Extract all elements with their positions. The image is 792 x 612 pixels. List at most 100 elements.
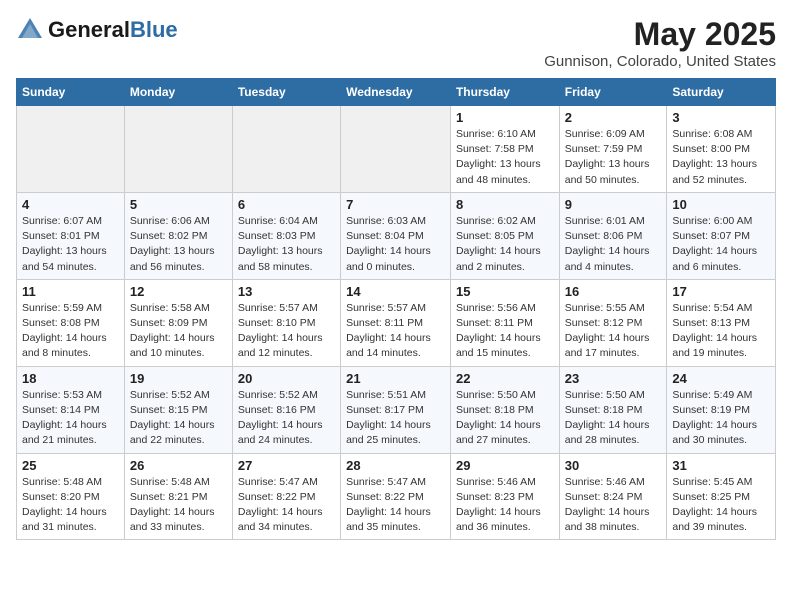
day-info: Sunrise: 5:55 AMSunset: 8:12 PMDaylight:…: [565, 301, 662, 362]
day-info: Sunrise: 5:57 AMSunset: 8:10 PMDaylight:…: [238, 301, 335, 362]
day-number: 20: [238, 371, 335, 386]
title-area: May 2025 Gunnison, Colorado, United Stat…: [544, 16, 776, 70]
day-number: 17: [672, 284, 770, 299]
logo: GeneralBlue: [16, 16, 178, 44]
calendar-cell: 5 Sunrise: 6:06 AMSunset: 8:02 PMDaylight…: [124, 192, 232, 279]
day-info: Sunrise: 5:57 AMSunset: 8:11 PMDaylight:…: [346, 301, 445, 362]
week-row-2: 4Sunrise: 6:07 AMSunset: 8:01 PMDaylight…: [17, 192, 776, 279]
day-number: 13: [238, 284, 335, 299]
day-number: 5: [130, 197, 227, 212]
calendar-cell: 20Sunrise: 5:52 AMSunset: 8:16 PMDayligh…: [232, 366, 340, 453]
day-number: 11: [22, 284, 119, 299]
day-number: 12: [130, 284, 227, 299]
day-info: Sunrise: 6:04 AMSunset: 8:03 PMDaylight:…: [238, 214, 335, 275]
location-text: Gunnison, Colorado, United States: [544, 53, 776, 70]
day-number: 1: [456, 110, 554, 125]
calendar-cell: [341, 106, 451, 193]
calendar-cell: 11 Sunrise: 5:59 AMSunset: 8:08 PMDayligh…: [17, 279, 125, 366]
calendar-cell: 31 Sunrise: 5:45 AMSunset: 8:25 PMDayligh…: [667, 453, 776, 540]
calendar-cell: 1 Sunrise: 6:10 AMSunset: 7:58 PMDaylight…: [450, 106, 559, 193]
calendar-cell: 6 Sunrise: 6:04 AMSunset: 8:03 PMDaylight…: [232, 192, 340, 279]
week-row-1: 1 Sunrise: 6:10 AMSunset: 7:58 PMDaylight…: [17, 106, 776, 193]
weekday-header-monday: Monday: [124, 79, 232, 106]
calendar-cell: 7 Sunrise: 6:03 AMSunset: 8:04 PMDaylight…: [341, 192, 451, 279]
day-number: 30: [565, 458, 662, 473]
day-info: Sunrise: 6:03 AMSunset: 8:04 PMDaylight:…: [346, 214, 445, 275]
calendar-cell: [124, 106, 232, 193]
day-number: 29: [456, 458, 554, 473]
calendar-cell: 30 Sunrise: 5:46 AMSunset: 8:24 PMDayligh…: [559, 453, 667, 540]
month-title: May 2025: [544, 16, 776, 53]
calendar-cell: 16 Sunrise: 5:55 AMSunset: 8:12 PMDayligh…: [559, 279, 667, 366]
calendar-body: 1 Sunrise: 6:10 AMSunset: 7:58 PMDaylight…: [17, 106, 776, 540]
day-info: Sunrise: 5:49 AMSunset: 8:19 PMDaylight:…: [672, 388, 770, 449]
day-info: Sunrise: 6:07 AMSunset: 8:01 PMDaylight:…: [22, 214, 119, 275]
day-number: 6: [238, 197, 335, 212]
day-info: Sunrise: 5:48 AMSunset: 8:21 PMDaylight:…: [130, 475, 227, 536]
day-number: 21: [346, 371, 445, 386]
day-info: Sunrise: 5:47 AMSunset: 8:22 PMDaylight:…: [238, 475, 335, 536]
logo-blue-text: Blue: [130, 17, 178, 42]
weekday-header-thursday: Thursday: [450, 79, 559, 106]
calendar-cell: 3 Sunrise: 6:08 AMSunset: 8:00 PMDaylight…: [667, 106, 776, 193]
day-info: Sunrise: 5:56 AMSunset: 8:11 PMDaylight:…: [456, 301, 554, 362]
day-info: Sunrise: 6:01 AMSunset: 8:06 PMDaylight:…: [565, 214, 662, 275]
week-row-4: 18 Sunrise: 5:53 AMSunset: 8:14 PMDayligh…: [17, 366, 776, 453]
calendar-cell: 24 Sunrise: 5:49 AMSunset: 8:19 PMDayligh…: [667, 366, 776, 453]
calendar-cell: 23Sunrise: 5:50 AMSunset: 8:18 PMDayligh…: [559, 366, 667, 453]
day-number: 31: [672, 458, 770, 473]
day-number: 10: [672, 197, 770, 212]
day-info: Sunrise: 6:08 AMSunset: 8:00 PMDaylight:…: [672, 127, 770, 188]
day-number: 28: [346, 458, 445, 473]
calendar-cell: 14 Sunrise: 5:57 AMSunset: 8:11 PMDayligh…: [341, 279, 451, 366]
calendar-cell: 19Sunrise: 5:52 AMSunset: 8:15 PMDayligh…: [124, 366, 232, 453]
day-info: Sunrise: 5:46 AMSunset: 8:24 PMDaylight:…: [565, 475, 662, 536]
calendar-cell: 17Sunrise: 5:54 AMSunset: 8:13 PMDayligh…: [667, 279, 776, 366]
day-number: 15: [456, 284, 554, 299]
day-number: 7: [346, 197, 445, 212]
weekday-header-saturday: Saturday: [667, 79, 776, 106]
day-info: Sunrise: 6:10 AMSunset: 7:58 PMDaylight:…: [456, 127, 554, 188]
day-info: Sunrise: 5:58 AMSunset: 8:09 PMDaylight:…: [130, 301, 227, 362]
day-info: Sunrise: 6:06 AMSunset: 8:02 PMDaylight:…: [130, 214, 227, 275]
calendar-cell: 22Sunrise: 5:50 AMSunset: 8:18 PMDayligh…: [450, 366, 559, 453]
calendar-cell: 29Sunrise: 5:46 AMSunset: 8:23 PMDayligh…: [450, 453, 559, 540]
day-info: Sunrise: 5:47 AMSunset: 8:22 PMDaylight:…: [346, 475, 445, 536]
calendar-cell: 12 Sunrise: 5:58 AMSunset: 8:09 PMDayligh…: [124, 279, 232, 366]
day-info: Sunrise: 5:53 AMSunset: 8:14 PMDaylight:…: [22, 388, 119, 449]
day-number: 24: [672, 371, 770, 386]
day-number: 8: [456, 197, 554, 212]
calendar-cell: 2 Sunrise: 6:09 AMSunset: 7:59 PMDaylight…: [559, 106, 667, 193]
day-info: Sunrise: 6:00 AMSunset: 8:07 PMDaylight:…: [672, 214, 770, 275]
day-info: Sunrise: 5:51 AMSunset: 8:17 PMDaylight:…: [346, 388, 445, 449]
day-number: 14: [346, 284, 445, 299]
calendar-header: SundayMondayTuesdayWednesdayThursdayFrid…: [17, 79, 776, 106]
calendar-cell: 21 Sunrise: 5:51 AMSunset: 8:17 PMDayligh…: [341, 366, 451, 453]
calendar-cell: 4Sunrise: 6:07 AMSunset: 8:01 PMDaylight…: [17, 192, 125, 279]
calendar-cell: 13 Sunrise: 5:57 AMSunset: 8:10 PMDayligh…: [232, 279, 340, 366]
day-number: 25: [22, 458, 119, 473]
logo-icon: [16, 16, 44, 44]
day-number: 19: [130, 371, 227, 386]
day-info: Sunrise: 6:09 AMSunset: 7:59 PMDaylight:…: [565, 127, 662, 188]
weekday-header-friday: Friday: [559, 79, 667, 106]
day-number: 2: [565, 110, 662, 125]
page-header: GeneralBlue May 2025 Gunnison, Colorado,…: [16, 16, 776, 70]
day-info: Sunrise: 5:59 AMSunset: 8:08 PMDaylight:…: [22, 301, 119, 362]
day-number: 16: [565, 284, 662, 299]
calendar-cell: 26Sunrise: 5:48 AMSunset: 8:21 PMDayligh…: [124, 453, 232, 540]
calendar-cell: 18 Sunrise: 5:53 AMSunset: 8:14 PMDayligh…: [17, 366, 125, 453]
weekday-header-wednesday: Wednesday: [341, 79, 451, 106]
day-number: 3: [672, 110, 770, 125]
day-number: 18: [22, 371, 119, 386]
weekday-header-sunday: Sunday: [17, 79, 125, 106]
day-info: Sunrise: 5:45 AMSunset: 8:25 PMDaylight:…: [672, 475, 770, 536]
week-row-5: 25Sunrise: 5:48 AMSunset: 8:20 PMDayligh…: [17, 453, 776, 540]
calendar-cell: 9Sunrise: 6:01 AMSunset: 8:06 PMDaylight…: [559, 192, 667, 279]
calendar-cell: 27Sunrise: 5:47 AMSunset: 8:22 PMDayligh…: [232, 453, 340, 540]
calendar-cell: 8 Sunrise: 6:02 AMSunset: 8:05 PMDaylight…: [450, 192, 559, 279]
calendar-cell: [17, 106, 125, 193]
calendar-cell: [232, 106, 340, 193]
day-number: 23: [565, 371, 662, 386]
day-info: Sunrise: 6:02 AMSunset: 8:05 PMDaylight:…: [456, 214, 554, 275]
